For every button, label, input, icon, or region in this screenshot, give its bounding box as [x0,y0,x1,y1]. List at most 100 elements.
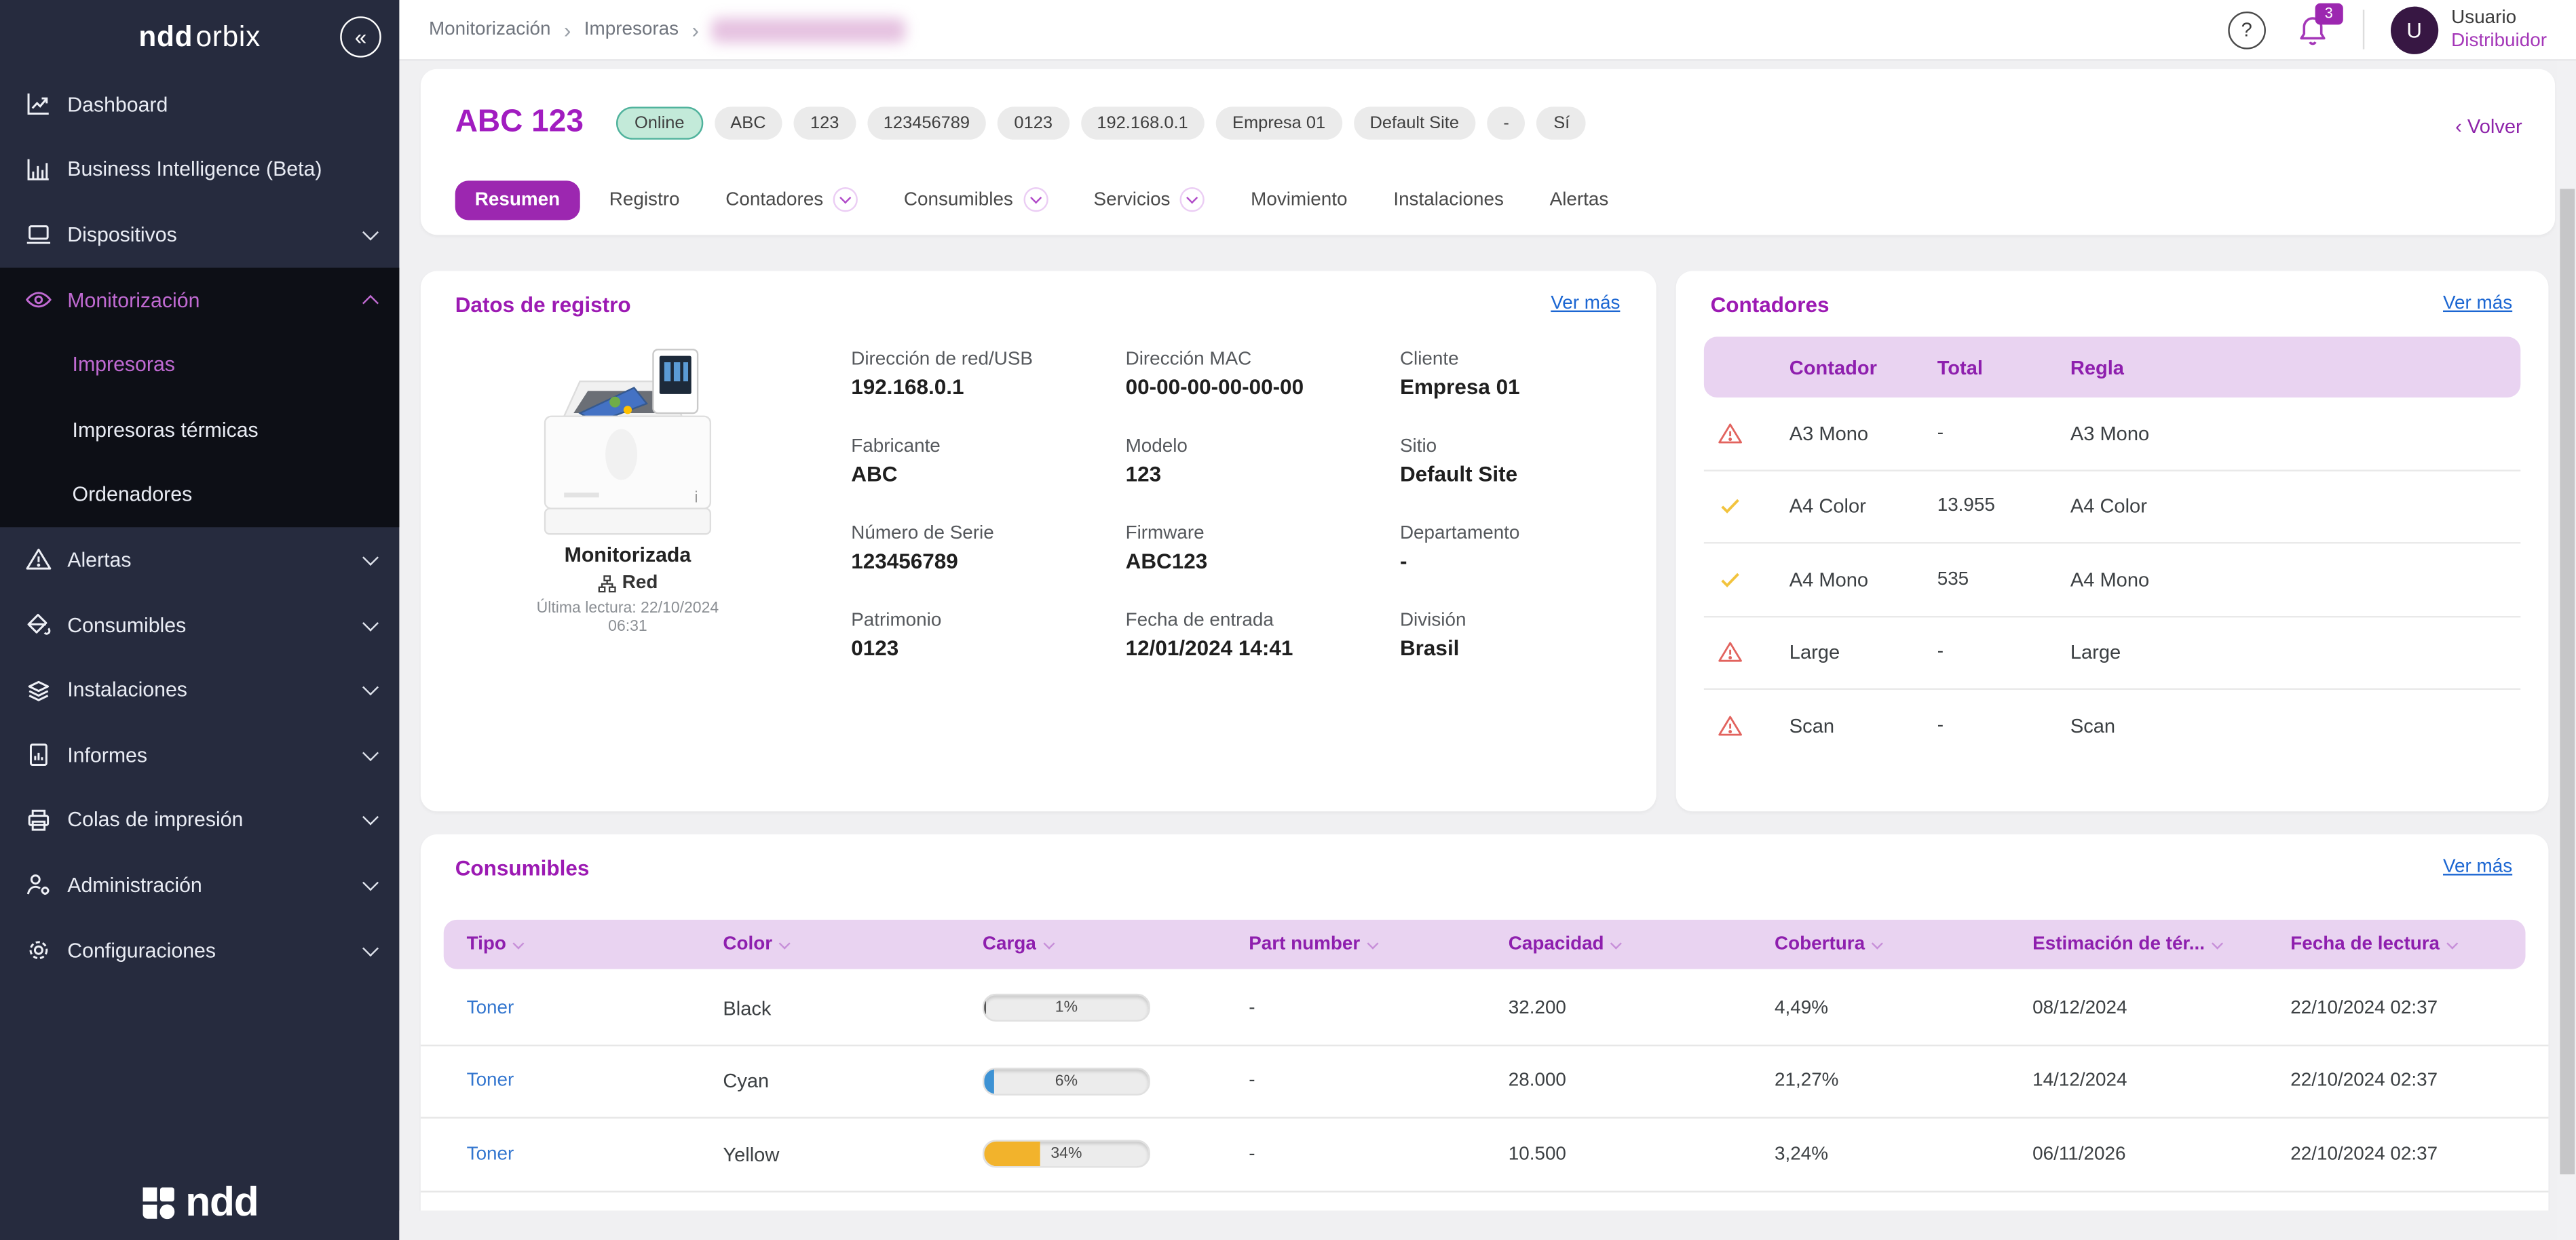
counters-title: Contadores [1710,292,1830,317]
sidebar-collapse-button[interactable]: « [340,16,381,58]
column-header-estimacion[interactable]: Estimación de tér... [2032,935,2290,954]
sidebar-item-dashboard[interactable]: Dashboard [0,73,399,138]
tab-label: Instalaciones [1393,189,1504,210]
device-tabs: Resumen Registro Contadores Consumibles … [455,178,1625,222]
counters-card: Contadores Ver más Contador Total Regla … [1675,271,2549,812]
chevron-down-icon [1180,187,1205,212]
tab-contadores[interactable]: Contadores [709,178,874,222]
supply-type-link[interactable]: Toner [467,1071,723,1091]
sidebar-item-administracion[interactable]: Administración [0,853,399,918]
warning-triangle-icon [23,545,53,575]
supplies-see-more-link[interactable]: Ver más [2443,857,2512,877]
vertical-scrollbar[interactable] [2556,60,2576,1240]
topbar-divider [2362,9,2364,50]
table-row[interactable]: A3 Mono - A3 Mono [1703,398,2521,471]
sidebar-item-consumibles[interactable]: Consumibles [0,592,399,657]
report-icon [23,740,53,770]
sidebar-item-colas-de-impresion[interactable]: Colas de impresión [0,788,399,853]
table-row[interactable]: A4 Color 13.955 A4 Color [1703,471,2521,544]
sidebar-item-impresoras[interactable]: Impresoras [0,332,399,398]
field-label: División [1399,611,1466,631]
sidebar-item-impresoras-termicas[interactable]: Impresoras térmicas [0,398,399,463]
user-info[interactable]: Usuario Distribuidor [2451,6,2547,54]
sort-chevron-icon[interactable] [2446,937,2458,950]
column-header-capacidad[interactable]: Capacidad [1509,935,1775,954]
sidebar-item-dispositivos[interactable]: Dispositivos [0,202,399,267]
sort-chevron-icon[interactable] [2211,937,2223,950]
sidebar-item-instalaciones[interactable]: Instalaciones [0,657,399,722]
table-row[interactable]: A4 Mono 535 A4 Mono [1703,543,2521,617]
device-badge: Sí [1536,106,1587,140]
sort-chevron-icon[interactable] [1871,937,1883,950]
breadcrumb-monitorizacion[interactable]: Monitorización [429,20,551,39]
sidebar-item-label: Consumibles [67,613,187,637]
field-label: Departamento [1399,524,1520,544]
supply-load-label: 6% [1055,1072,1078,1091]
network-icon [597,575,615,592]
table-row: Toner Black 1% - 32.200 4,49% 08/12/2024… [420,972,2549,1046]
column-header-cobertura[interactable]: Cobertura [1775,935,2032,954]
sidebar-item-label: Informes [67,743,148,767]
warning-icon [1717,639,1743,665]
sidebar-item-label: Impresoras térmicas [72,418,259,442]
counter-name: A3 Mono [1789,421,1869,445]
sidebar-item-monitorizacion[interactable]: Monitorización [0,267,399,332]
breadcrumb-redacted-device [712,17,907,42]
ndd-wordmark: ndd [185,1179,259,1226]
table-row[interactable]: Large - Large [1703,617,2521,690]
supply-type-link[interactable]: Toner [467,999,723,1018]
registry-field: Fabricante ABC [851,437,1125,524]
laptop-icon [23,220,53,250]
sidebar-item-ordenadores[interactable]: Ordenadores [0,463,399,528]
supply-color: Cyan [723,1069,770,1093]
sidebar-item-label: Dispositivos [67,223,177,247]
chevron-down-icon [1023,187,1048,212]
tab-servicios[interactable]: Servicios [1077,178,1221,222]
sort-chevron-icon[interactable] [1042,937,1055,950]
sort-chevron-icon[interactable] [778,937,791,950]
column-header-color[interactable]: Color [723,935,983,954]
supplies-title: Consumibles [455,855,590,880]
sidebar: ndd orbix « Dashboard Business Intellige… [0,0,400,1240]
sidebar-item-alertas[interactable]: Alertas [0,528,399,593]
field-label: Modelo [1125,437,1188,457]
field-value: 12/01/2024 14:41 [1125,636,1293,661]
sort-chevron-icon[interactable] [1366,937,1378,950]
counters-see-more-link[interactable]: Ver más [2443,294,2512,313]
registry-see-more-link[interactable]: Ver más [1551,294,1620,313]
notifications-button[interactable]: 3 [2295,2,2343,47]
back-link[interactable]: ‹ Volver [2455,115,2522,138]
check-icon [1717,566,1743,593]
device-badge: Default Site [1353,106,1476,140]
tab-label: Registro [609,189,680,210]
tab-instalaciones[interactable]: Instalaciones [1377,180,1520,219]
column-header-part-number[interactable]: Part number [1249,935,1509,954]
tab-movimiento[interactable]: Movimiento [1234,180,1364,219]
supply-type-link[interactable]: Toner [467,1144,723,1164]
sidebar-nav: Dashboard Business Intelligence (Beta) D… [0,73,400,983]
tab-consumibles[interactable]: Consumibles [888,178,1064,222]
notification-count-badge: 3 [2315,2,2343,24]
printer-block: i Monitorizada Red Última lectura: 22/10… [516,340,739,636]
sidebar-item-business-intelligence[interactable]: Business Intelligence (Beta) [0,137,399,202]
sidebar-item-configuraciones[interactable]: Configuraciones [0,918,399,983]
table-row[interactable]: Scan - Scan [1704,690,2520,763]
avatar[interactable]: U [2390,5,2438,54]
registry-field: Patrimonio 0123 [851,611,1125,698]
column-header-fecha-lectura[interactable]: Fecha de lectura [2290,935,2525,954]
sidebar-item-label: Instalaciones [67,678,187,702]
column-header-tipo[interactable]: Tipo [467,935,723,954]
field-value: ABC123 [1125,548,1208,574]
check-icon [1717,493,1743,520]
column-header-carga[interactable]: Carga [983,935,1249,954]
tab-registro[interactable]: Registro [593,180,696,219]
help-icon[interactable]: ? [2227,10,2266,49]
sort-chevron-icon[interactable] [1610,937,1623,950]
sort-chevron-icon[interactable] [512,937,525,950]
tab-resumen[interactable]: Resumen [455,180,580,220]
sidebar-item-informes[interactable]: Informes [0,722,399,788]
tab-alertas[interactable]: Alertas [1533,180,1625,219]
breadcrumb-impresoras[interactable]: Impresoras [584,20,679,39]
scrollbar-thumb[interactable] [2559,189,2574,1175]
dashboard-icon [23,90,53,120]
